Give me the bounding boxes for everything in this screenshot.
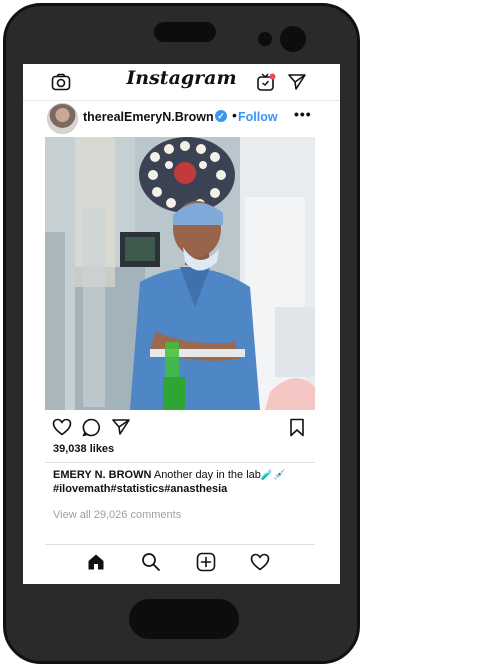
post-photo[interactable] xyxy=(45,137,315,410)
home-icon[interactable] xyxy=(87,553,105,571)
phone-sensor xyxy=(258,32,272,46)
avatar[interactable] xyxy=(47,103,78,134)
post-photo-illustration xyxy=(45,137,315,410)
direct-message-icon[interactable] xyxy=(287,73,307,91)
phone-speaker xyxy=(154,22,216,42)
view-comments-link[interactable]: View all 29,026 comments xyxy=(53,509,181,521)
more-options-button[interactable]: ••• xyxy=(294,106,312,122)
post-hashtags[interactable]: #ilovemath#statistics#anasthesia xyxy=(53,483,227,495)
bottom-navigation xyxy=(23,546,340,584)
post-actions xyxy=(23,414,340,442)
caption-username[interactable]: EMERY N. BROWN xyxy=(53,469,151,481)
share-icon[interactable] xyxy=(111,418,131,436)
follow-separator: • xyxy=(232,107,237,123)
heart-icon[interactable] xyxy=(52,418,72,436)
phone-home-button[interactable] xyxy=(129,599,239,639)
phone-front-camera xyxy=(280,26,306,52)
caption-emoji: 🧪💉 xyxy=(260,470,286,481)
igtv-icon[interactable] xyxy=(256,72,276,92)
divider xyxy=(45,544,315,545)
likes-count[interactable]: 39,038 likes xyxy=(53,443,114,455)
comment-icon[interactable] xyxy=(82,418,101,437)
caption-text: Another day in the lab xyxy=(151,469,261,481)
post-caption: EMERY N. BROWN Another day in the lab🧪💉 xyxy=(53,468,315,483)
search-icon[interactable] xyxy=(141,552,161,572)
divider xyxy=(45,462,315,463)
bookmark-icon[interactable] xyxy=(289,418,305,437)
verified-badge-icon: ✓ xyxy=(215,110,227,122)
instagram-screen: Instagram therealEmeryN.Brown ✓ • Follow… xyxy=(23,64,340,584)
post-username[interactable]: therealEmeryN.Brown xyxy=(83,110,214,124)
app-header: Instagram xyxy=(23,64,340,101)
activity-heart-icon[interactable] xyxy=(250,553,270,571)
add-post-icon[interactable] xyxy=(196,552,216,572)
follow-button[interactable]: Follow xyxy=(238,110,278,124)
